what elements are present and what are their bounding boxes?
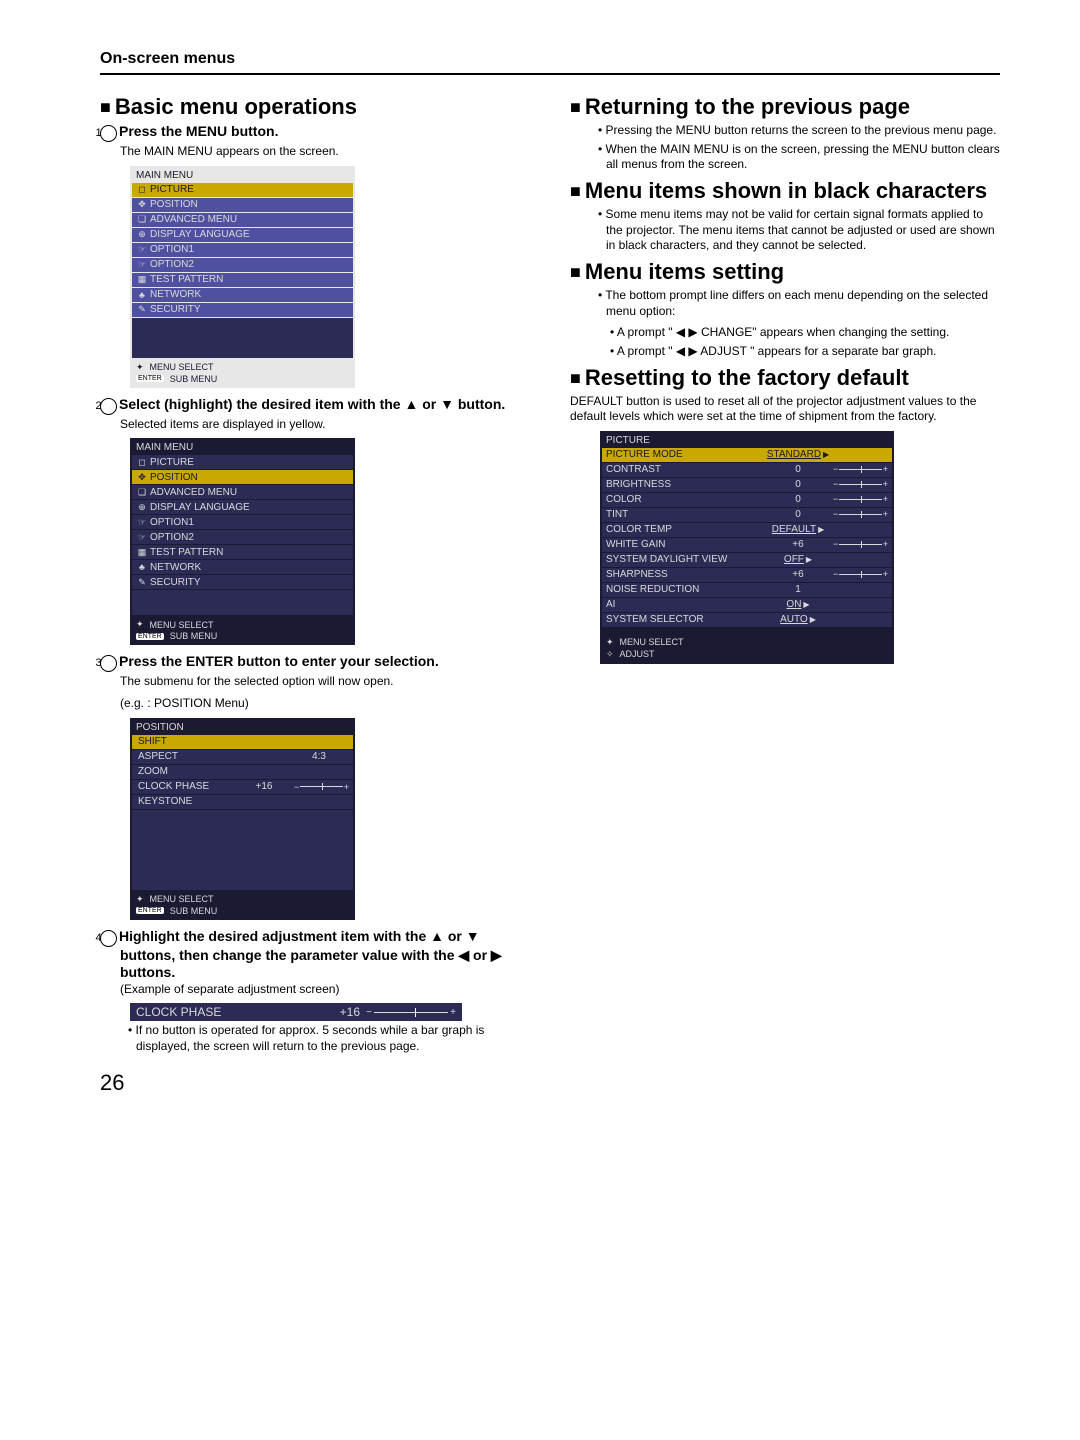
menu-item: ♣NETWORK [132, 288, 353, 302]
osd-picture: PICTURE PICTURE MODESTANDARDCONTRAST0−+B… [600, 431, 894, 664]
step4-heading: 4Highlight the desired adjustment item w… [100, 928, 530, 980]
menu-item: SYSTEM SELECTORAUTO [602, 613, 892, 627]
menu-item: ▦TEST PATTERN [132, 545, 353, 559]
menu-item: ❏ADVANCED MENU [132, 485, 353, 499]
menu-item: PICTURE MODESTANDARD [602, 448, 892, 462]
menu-item: ◻PICTURE [132, 455, 353, 469]
left-column: Basic menu operations 1Press the MENU bu… [100, 95, 530, 1060]
menu-item: ♣NETWORK [132, 560, 353, 574]
heading-basic: Basic menu operations [100, 95, 530, 119]
menu-item: CONTRAST0−+ [602, 463, 892, 477]
menu-item: NOISE REDUCTION1 [602, 583, 892, 597]
step3-heading: 3Press the ENTER button to enter your se… [100, 653, 530, 672]
menu-item: ZOOM [132, 765, 353, 779]
menu-item: ☞OPTION1 [132, 243, 353, 257]
menu-item: ⊕DISPLAY LANGUAGE [132, 500, 353, 514]
menu-item: ASPECT4:3 [132, 750, 353, 764]
heading-black-items: Menu items shown in black characters [570, 179, 1000, 203]
step4-note: If no button is operated for approx. 5 s… [128, 1023, 530, 1054]
menu-item: ▦TEST PATTERN [132, 273, 353, 287]
returning-list: Pressing the MENU button returns the scr… [598, 123, 1000, 173]
menu-item: ❏ADVANCED MENU [132, 213, 353, 227]
menu-item: BRIGHTNESS0−+ [602, 478, 892, 492]
step4-text: (Example of separate adjustment screen) [120, 982, 530, 998]
step3-text2: (e.g. : POSITION Menu) [120, 696, 530, 712]
osd-title: POSITION [132, 720, 353, 735]
menu-item: ⊕DISPLAY LANGUAGE [132, 228, 353, 242]
menu-item: TINT0−+ [602, 508, 892, 522]
menu-item: WHITE GAIN+6−+ [602, 538, 892, 552]
menu-item: ✎SECURITY [132, 303, 353, 317]
black-items-list: Some menu items may not be valid for cer… [598, 207, 1000, 254]
menu-item: KEYSTONE [132, 795, 353, 809]
osd-title: MAIN MENU [132, 168, 353, 183]
osd-title: MAIN MENU [132, 440, 353, 455]
step3-text1: The submenu for the selected option will… [120, 674, 530, 690]
setting-list: The bottom prompt line differs on each m… [598, 288, 1000, 319]
content-columns: Basic menu operations 1Press the MENU bu… [100, 95, 1000, 1060]
menu-item: CLOCK PHASE+16−+ [132, 780, 353, 794]
menu-item: SYSTEM DAYLIGHT VIEWOFF [602, 553, 892, 567]
reset-text: DEFAULT button is used to reset all of t… [570, 394, 1000, 425]
menu-item: COLOR TEMPDEFAULT [602, 523, 892, 537]
menu-item: ☞OPTION2 [132, 258, 353, 272]
page-number: 26 [100, 1070, 1000, 1096]
menu-item: ◻PICTURE [132, 183, 353, 197]
menu-item: ✥POSITION [132, 198, 353, 212]
menu-item: ☞OPTION1 [132, 515, 353, 529]
menu-item: AION [602, 598, 892, 612]
menu-item: ☞OPTION2 [132, 530, 353, 544]
osd-mainmenu-dark: MAIN MENU ◻PICTURE✥POSITION❏ADVANCED MEN… [130, 438, 355, 645]
step2-text: Selected items are displayed in yellow. [120, 417, 530, 433]
step2-heading: 2Select (highlight) the desired item wit… [100, 396, 530, 415]
setting-sublist: A prompt " ◀ ▶ CHANGE" appears when chan… [610, 325, 1000, 359]
step1-text: The MAIN MENU appears on the screen. [120, 144, 530, 160]
heading-setting: Menu items setting [570, 260, 1000, 284]
adjustment-bar: CLOCK PHASE +16 −+ [130, 1003, 462, 1021]
osd-mainmenu-light: MAIN MENU ◻PICTURE✥POSITION❏ADVANCED MEN… [130, 166, 355, 388]
menu-item: SHARPNESS+6−+ [602, 568, 892, 582]
menu-item: ✎SECURITY [132, 575, 353, 589]
menu-item: ✥POSITION [132, 470, 353, 484]
osd-position: POSITION SHIFTASPECT4:3ZOOMCLOCK PHASE+1… [130, 718, 355, 920]
right-column: Returning to the previous page Pressing … [570, 95, 1000, 1060]
menu-item: SHIFT [132, 735, 353, 749]
heading-returning: Returning to the previous page [570, 95, 1000, 119]
menu-item: COLOR0−+ [602, 493, 892, 507]
page-header: On-screen menus [100, 50, 1000, 75]
step1-heading: 1Press the MENU button. [100, 123, 530, 142]
heading-reset: Resetting to the factory default [570, 366, 1000, 390]
